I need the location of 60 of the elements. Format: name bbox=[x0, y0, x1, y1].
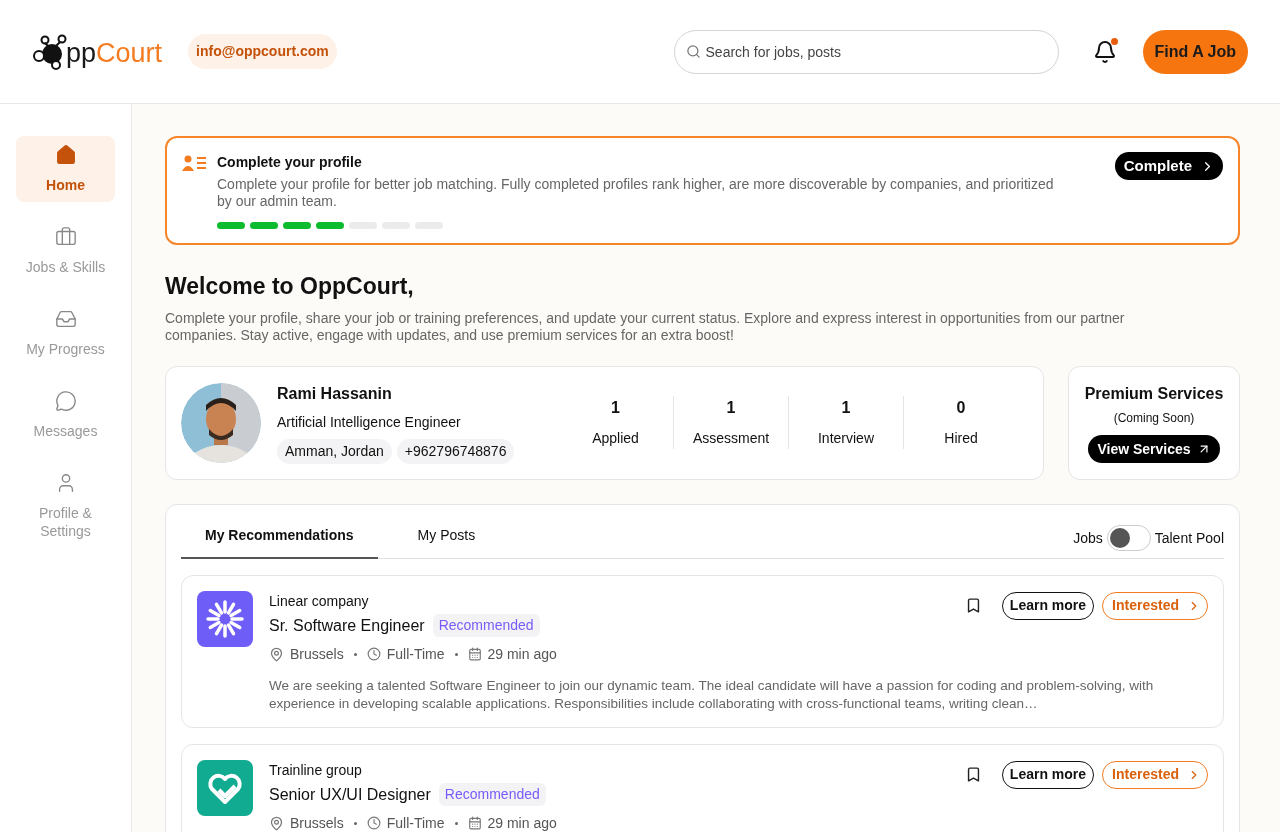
stat-label: Interview bbox=[818, 429, 874, 448]
stat-value: 1 bbox=[611, 398, 620, 418]
job-location: Brussels bbox=[290, 644, 344, 664]
phone-chip: +962796748876 bbox=[396, 438, 515, 464]
toggle-label: Jobs bbox=[1073, 528, 1103, 548]
stat-value: 1 bbox=[841, 398, 851, 418]
chat-bubble-icon bbox=[54, 390, 77, 412]
stat-label: Hired bbox=[944, 429, 978, 448]
complete-button[interactable]: Complete bbox=[1114, 152, 1223, 180]
briefcase-icon bbox=[54, 226, 77, 248]
stat-label: Assessment bbox=[692, 429, 770, 448]
job-description: We are seeking a talented Software Engineer to join our dynamic team. The ideal candidate will have a passion for coding and problem-solving, with experience in developing scalable applications. Responsibilities include collaborating with cross-functional teams, writing clean… bbox=[269, 676, 1155, 713]
profile-list-icon bbox=[182, 155, 207, 171]
job-type: Full-Time bbox=[386, 644, 445, 664]
dot-separator bbox=[353, 652, 357, 656]
banner-text: Complete your profile for better job matching. Fully completed profiles rank higher, are more discoverable by companies, and prioritized by our admin team. bbox=[217, 176, 1055, 210]
stat-label: Applied bbox=[592, 429, 639, 448]
calendar-icon bbox=[467, 647, 482, 661]
bell-icon bbox=[1092, 39, 1117, 64]
search-field[interactable]: Search for jobs, posts bbox=[673, 29, 1059, 74]
stat-value: 0 bbox=[956, 398, 966, 418]
job-title: Senior UX/UI Designer bbox=[269, 784, 431, 805]
view-services-button[interactable]: View Services bbox=[1088, 435, 1220, 463]
user-role: Artificial Intelligence Engineer bbox=[277, 412, 462, 432]
banner-title: Complete your profile bbox=[217, 153, 363, 172]
company-name: Trainline group bbox=[269, 760, 363, 780]
jobs-talent-toggle[interactable] bbox=[1106, 525, 1151, 551]
location-pin-icon bbox=[269, 815, 284, 831]
job-type: Full-Time bbox=[386, 813, 445, 832]
feed-tab[interactable]: My Recommendations bbox=[181, 524, 378, 559]
toggle-label: Talent Pool bbox=[1154, 528, 1224, 548]
location-chip: Amman, Jordan bbox=[277, 438, 392, 464]
user-name: Rami Hassanin bbox=[277, 383, 393, 404]
premium-title: Premium Services bbox=[1084, 384, 1224, 404]
job-title: Sr. Software Engineer bbox=[269, 615, 425, 636]
dot-separator bbox=[353, 821, 357, 825]
logo-wordmark: ppCourt bbox=[66, 39, 163, 67]
welcome-text: Complete your profile, share your job or training preferences, and update your current status. Explore and express interest in opportunities from our partner companies. Stay active, engage with updates, and use premium services for an extra boost! bbox=[165, 309, 1126, 344]
calendar-icon bbox=[467, 816, 482, 830]
find-job-button[interactable]: Find A Job bbox=[1142, 29, 1248, 74]
clock-icon bbox=[366, 647, 381, 661]
recommended-badge: Recommended bbox=[432, 614, 540, 637]
inbox-icon bbox=[54, 308, 77, 330]
dot-separator bbox=[454, 821, 458, 825]
email-badge: info@oppcourt.com bbox=[188, 34, 337, 69]
clock-icon bbox=[366, 816, 381, 830]
recommended-badge: Recommended bbox=[438, 783, 546, 806]
stat-value: 1 bbox=[726, 398, 736, 418]
job-location: Brussels bbox=[290, 813, 344, 832]
nav-item[interactable]: Home bbox=[16, 136, 115, 202]
welcome-title: Welcome to OppCourt, bbox=[165, 272, 415, 301]
posted-time: 29 min ago bbox=[487, 813, 557, 832]
search-icon bbox=[685, 43, 701, 59]
company-name: Linear company bbox=[269, 591, 370, 611]
premium-subtitle: (Coming Soon) bbox=[1113, 410, 1195, 427]
dot-separator bbox=[454, 652, 458, 656]
location-pin-icon bbox=[269, 646, 284, 662]
home-icon bbox=[54, 144, 77, 166]
feed-tab[interactable]: My Posts bbox=[393, 524, 500, 559]
posted-time: 29 min ago bbox=[487, 644, 557, 664]
